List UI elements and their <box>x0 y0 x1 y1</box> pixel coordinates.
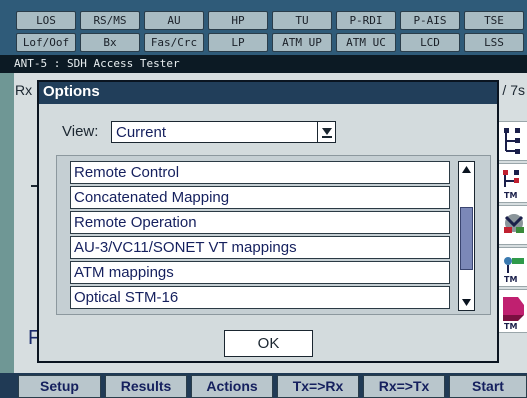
tab-start[interactable]: Start <box>449 375 527 398</box>
options-list-frame: Remote Control Concatenated Mapping Remo… <box>56 155 491 315</box>
tm-label: TM <box>504 191 517 200</box>
scroll-up-icon <box>462 166 471 173</box>
view-select[interactable]: Current <box>111 121 336 143</box>
tab-results[interactable]: Results <box>105 375 187 398</box>
led-tse: TSE <box>464 11 524 30</box>
led-lp: LP <box>208 33 268 52</box>
led-lof-oof: Lof/Oof <box>16 33 76 52</box>
bottom-tab-bar: Setup Results Actions Tx=>Rx Rx=>Tx Star… <box>0 373 527 398</box>
app-title-bar: ANT-5 : SDH Access Tester <box>0 55 527 73</box>
led-rs-ms: RS/MS <box>80 11 140 30</box>
tm-tree-icon[interactable]: TM <box>497 163 527 203</box>
tab-actions[interactable]: Actions <box>191 375 273 398</box>
led-au: AU <box>144 11 204 30</box>
list-item-remote-control[interactable]: Remote Control <box>70 161 450 184</box>
dropdown-arrow-button[interactable] <box>317 122 335 142</box>
tm-label: TM <box>504 322 517 331</box>
tm-pink-icon[interactable]: TM <box>497 289 527 333</box>
dialog-titlebar[interactable]: Options <box>39 82 497 104</box>
list-item-au3-vc11-sonet[interactable]: AU-3/VC11/SONET VT mappings <box>70 236 450 259</box>
list-item-atm-mappings[interactable]: ATM mappings <box>70 261 450 284</box>
tool-pliers-icon[interactable] <box>497 205 527 245</box>
background-right-label: / 7s <box>502 82 525 98</box>
tm-signal-icon[interactable]: TM <box>497 247 527 287</box>
tab-rx-tx[interactable]: Rx=>Tx <box>363 375 445 398</box>
led-lcd: LCD <box>400 33 460 52</box>
ok-button[interactable]: OK <box>224 330 313 357</box>
background-rx-label: Rx <box>15 82 33 98</box>
options-dialog: Options View: Current Remote Control Con… <box>37 80 499 363</box>
options-list: Remote Control Concatenated Mapping Remo… <box>70 161 450 309</box>
led-bx: Bx <box>80 33 140 52</box>
app-title: ANT-5 : SDH Access Tester <box>14 57 180 70</box>
led-atm-uc: ATM UC <box>336 33 396 52</box>
led-row-2: Lof/Oof Bx Fas/Crc LP ATM UP ATM UC LCD … <box>16 33 524 52</box>
view-select-value: Current <box>116 124 167 141</box>
led-hp: HP <box>208 11 268 30</box>
led-p-ais: P-AIS <box>400 11 460 30</box>
scroll-down-button[interactable] <box>459 295 474 310</box>
list-item-remote-operation[interactable]: Remote Operation <box>70 211 450 234</box>
led-p-rdi: P-RDI <box>336 11 396 30</box>
led-tu: TU <box>272 11 332 30</box>
tab-tx-rx[interactable]: Tx=>Rx <box>277 375 359 398</box>
list-scrollbar[interactable] <box>458 161 475 311</box>
list-item-optical-stm16[interactable]: Optical STM-16 <box>70 286 450 309</box>
led-row-1: LOS RS/MS AU HP TU P-RDI P-AIS TSE <box>16 11 524 30</box>
view-label: View: <box>62 123 99 140</box>
scroll-thumb[interactable] <box>460 207 473 270</box>
tree-structure-icon[interactable] <box>497 121 527 161</box>
tab-setup[interactable]: Setup <box>18 375 101 398</box>
list-item-concatenated-mapping[interactable]: Concatenated Mapping <box>70 186 450 209</box>
led-los: LOS <box>16 11 76 30</box>
scroll-down-icon <box>462 299 471 306</box>
scroll-up-button[interactable] <box>459 162 474 177</box>
led-atm-up: ATM UP <box>272 33 332 52</box>
led-lss: LSS <box>464 33 524 52</box>
chevron-down-icon <box>322 128 332 138</box>
tm-label: TM <box>504 275 517 284</box>
dialog-title: Options <box>43 83 100 100</box>
led-fas-crc: Fas/Crc <box>144 33 204 52</box>
status-led-bar: LOS RS/MS AU HP TU P-RDI P-AIS TSE Lof/O… <box>0 0 527 55</box>
